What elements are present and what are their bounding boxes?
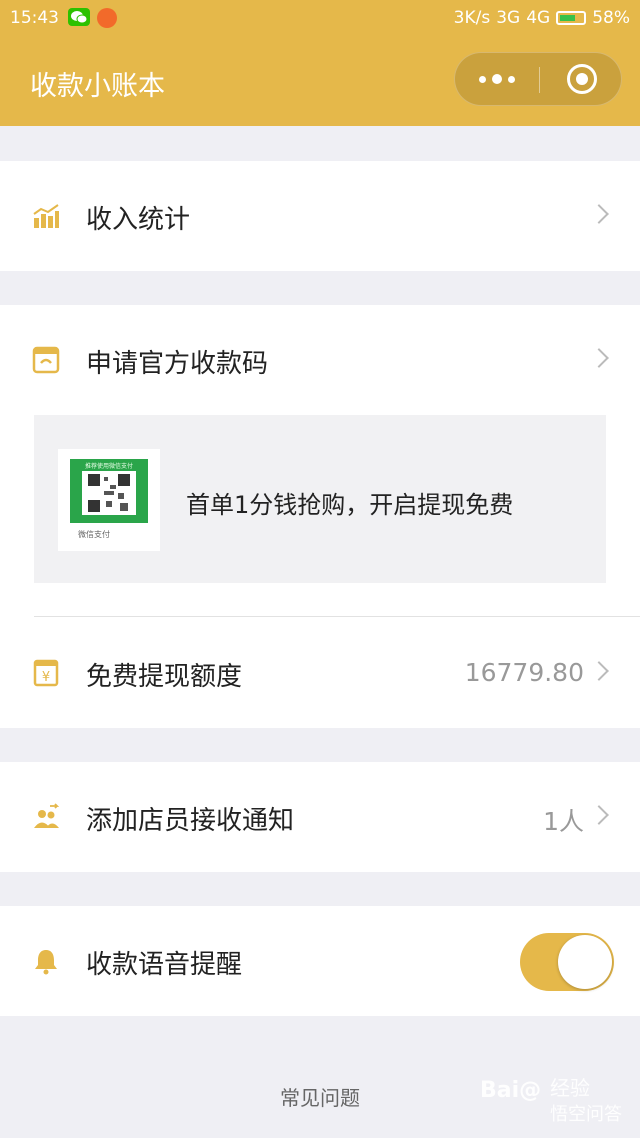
qr-code-icon <box>82 471 136 515</box>
chevron-right-icon <box>589 348 609 368</box>
battery-icon <box>556 11 587 25</box>
staff-count: 1人 <box>543 807 584 836</box>
qr-footer: 微信支付 <box>78 530 110 539</box>
nav-bar: 收款小账本 <box>0 36 640 126</box>
yuan-bill-icon: ¥ <box>33 659 59 687</box>
signal-3g: 3G <box>496 8 521 28</box>
status-time: 15:43 <box>10 8 59 28</box>
watermark-brand: Bai@ <box>480 1078 542 1103</box>
free-quota-row[interactable]: ¥ 免费提现额度 16779.80 <box>0 618 640 728</box>
income-stats-row[interactable]: 收入统计 <box>0 161 640 271</box>
svg-text:¥: ¥ <box>42 670 50 685</box>
free-quota-label: 免费提现额度 <box>86 662 243 692</box>
more-dots-icon <box>479 75 486 83</box>
voice-reminder-row: 收款语音提醒 <box>0 906 640 1016</box>
promo-banner[interactable]: 推荐使用微信支付 微信支付 首单1分钱抢购，开启提现免费 <box>34 415 606 583</box>
bar-chart-icon <box>33 204 59 228</box>
free-quota-value: 16779.80 <box>464 658 584 687</box>
group-voice: 收款语音提醒 <box>0 906 640 1016</box>
staff-users-icon <box>34 803 60 828</box>
signal-4g: 4G <box>526 8 551 28</box>
group-code: 申请官方收款码 推荐使用微信支付 微信支付 首单1分钱抢购，开启提现免费 ¥ 免… <box>0 305 640 728</box>
wechat-notification-icon <box>68 8 90 26</box>
voice-reminder-toggle[interactable] <box>520 933 614 991</box>
qr-caption: 推荐使用微信支付 <box>84 463 133 470</box>
chevron-right-icon <box>589 661 609 681</box>
watermark: Bai@ 经验 悟空问答 <box>480 1070 630 1130</box>
qr-code-thumbnail: 推荐使用微信支付 微信支付 <box>58 449 160 551</box>
watermark-line2: 悟空问答 <box>550 1104 622 1125</box>
network-speed: 3K/s <box>453 8 491 28</box>
divider <box>34 616 640 617</box>
app-notification-icon <box>97 8 117 28</box>
group-income: 收入统计 <box>0 161 640 271</box>
chevron-right-icon <box>589 204 609 224</box>
group-staff: 添加店员接收通知 1人 <box>0 762 640 872</box>
income-stats-label: 收入统计 <box>86 205 191 235</box>
payment-code-icon <box>32 346 60 374</box>
toggle-knob <box>558 935 612 989</box>
more-button[interactable] <box>455 53 539 105</box>
voice-reminder-label: 收款语音提醒 <box>86 950 243 980</box>
battery-percent: 58% <box>592 8 630 28</box>
apply-code-row[interactable]: 申请官方收款码 <box>0 305 640 415</box>
apply-code-label: 申请官方收款码 <box>86 349 269 379</box>
status-bar: 15:43 3K/s 3G 4G 58% <box>0 0 640 36</box>
promo-text: 首单1分钱抢购，开启提现免费 <box>186 491 514 519</box>
close-mini-program-button[interactable] <box>567 64 597 94</box>
bell-icon <box>35 950 57 975</box>
add-staff-row[interactable]: 添加店员接收通知 1人 <box>0 762 640 872</box>
page-title: 收款小账本 <box>30 71 165 102</box>
watermark-line1: 经验 <box>550 1076 590 1100</box>
chevron-right-icon <box>589 805 609 825</box>
add-staff-label: 添加店员接收通知 <box>86 806 295 836</box>
status-right: 3K/s 3G 4G 58% <box>454 8 630 28</box>
mini-program-capsule <box>454 52 622 106</box>
